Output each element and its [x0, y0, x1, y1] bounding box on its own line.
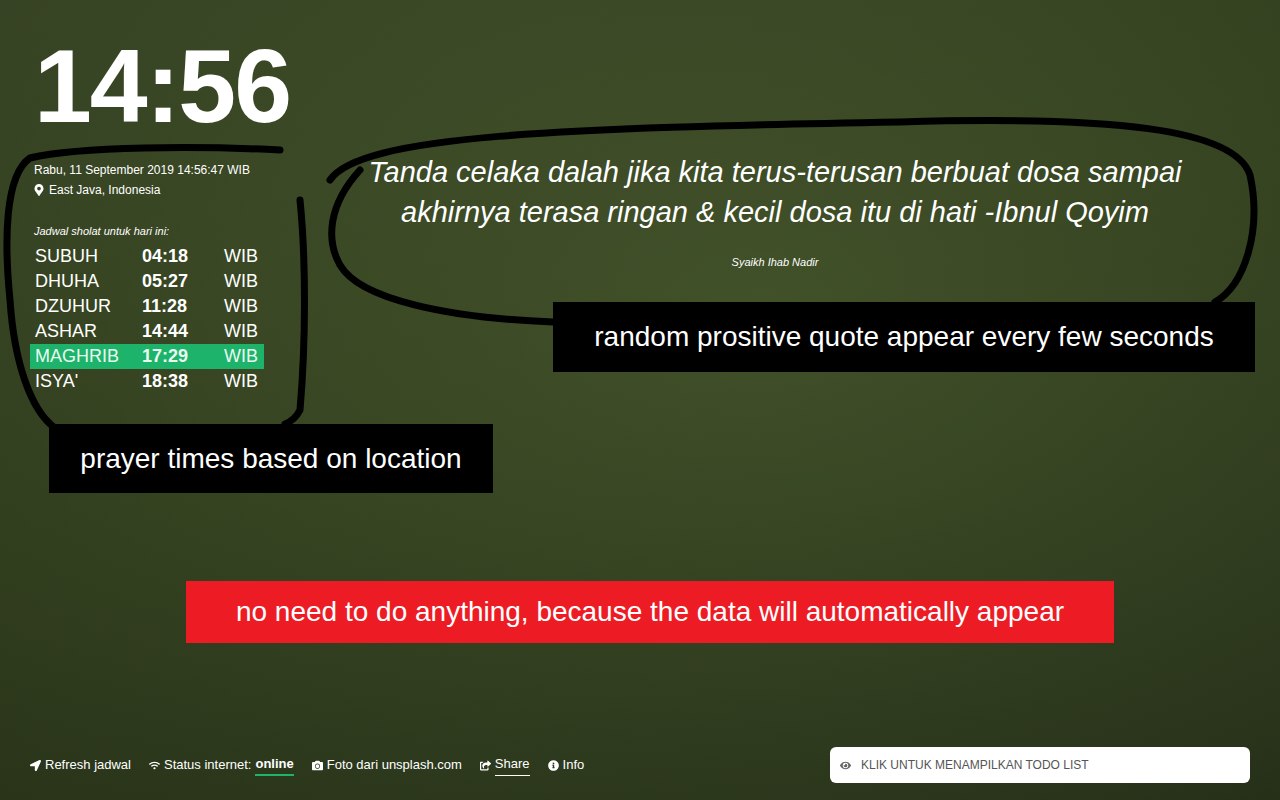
location-pin-icon — [34, 184, 44, 196]
new-tab-page: 14:56 Rabu, 11 September 2019 14:56:47 WI… — [0, 0, 1280, 800]
prayer-list: SUBUH04:18WIBDHUHA05:27WIBDZUHUR11:28WIB… — [30, 244, 264, 394]
left-scribble — [7, 148, 305, 428]
quote-scribble — [330, 121, 1254, 322]
prayer-heading: Jadwal sholat untuk hari ini: — [34, 224, 300, 238]
annotation-scribbles — [0, 0, 1280, 800]
prayer-row: MAGHRIB17:29WIB — [30, 344, 264, 369]
prayer-row: ASHAR14:44WIB — [30, 319, 264, 344]
footer-link[interactable]: Refresh jadwal — [30, 755, 131, 775]
quote-author: Syaikh Ihab Nadir — [732, 254, 819, 271]
annotation-label: prayer times based on location — [49, 424, 493, 493]
todo-button[interactable]: KLIK UNTUK MENAMPILKAN TODO LIST — [830, 747, 1250, 783]
eye-icon — [840, 760, 851, 771]
clock: 14:56 — [34, 34, 300, 138]
footer-bar: Refresh jadwal Status internet:online Foto… — [0, 747, 1280, 800]
footer-link[interactable]: Share — [480, 754, 530, 776]
share-icon — [480, 760, 491, 771]
footer-links: Refresh jadwal Status internet:online Foto… — [30, 754, 584, 777]
prayer-row: SUBUH04:18WIB — [30, 244, 264, 269]
info-icon — [548, 760, 559, 771]
prayer-row: ISYA'18:38WIB — [30, 369, 264, 394]
annotation-label: no need to do anything, because the data… — [186, 581, 1114, 643]
footer-link[interactable]: Foto dari unsplash.com — [312, 755, 462, 775]
camera-icon — [312, 760, 323, 771]
quote-text: Tanda celaka dalah jika kita terus-terus… — [345, 152, 1205, 232]
footer-link[interactable]: Info — [548, 755, 585, 775]
wifi-icon — [149, 760, 160, 771]
footer-link[interactable]: Status internet:online — [149, 754, 294, 777]
date-line: Rabu, 11 September 2019 14:56:47 WIB — [34, 162, 300, 178]
page-layout: 14:56 Rabu, 11 September 2019 14:56:47 WI… — [0, 0, 1280, 800]
prayer-row: DHUHA05:27WIB — [30, 269, 264, 294]
prayer-row: DZUHUR11:28WIB — [30, 294, 264, 319]
status-value: online — [255, 754, 293, 777]
location-arrow-icon — [30, 760, 41, 771]
annotation-label: random prositive quote appear every few … — [553, 302, 1255, 372]
location: East Java, Indonesia — [34, 182, 300, 198]
left-panel: 14:56 Rabu, 11 September 2019 14:56:47 WI… — [0, 0, 300, 394]
